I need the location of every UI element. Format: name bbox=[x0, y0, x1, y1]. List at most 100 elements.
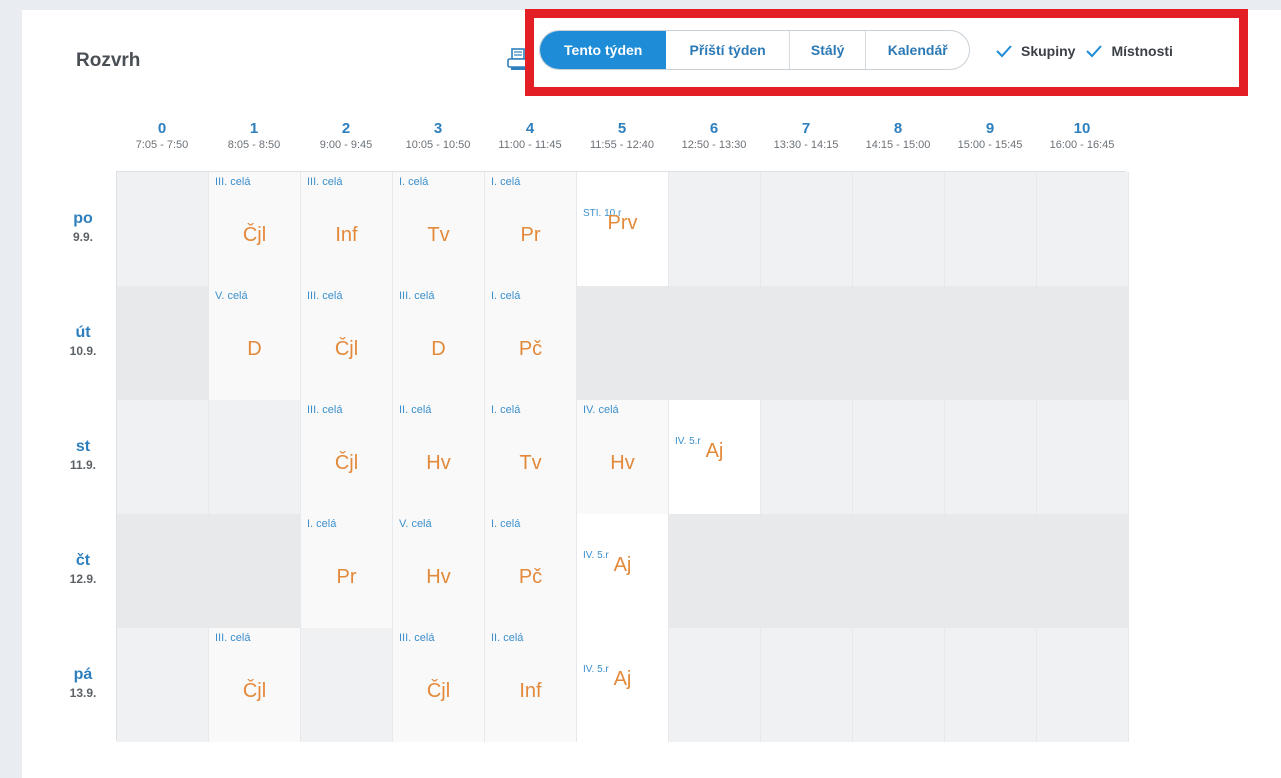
hour-time: 16:00 - 16:45 bbox=[1049, 139, 1115, 151]
empty-cell bbox=[853, 628, 945, 742]
day-name: st bbox=[75, 438, 91, 455]
lesson-cell[interactable]: V. celá D bbox=[209, 286, 301, 400]
hour-header: 0 7:05 - 7:50 1 8:05 - 8:50 2 9:00 - 9:45 3 10:… bbox=[116, 121, 1148, 161]
lesson-group: I. celá bbox=[307, 518, 337, 530]
day-name: po bbox=[73, 210, 93, 227]
lesson-subject: Pč bbox=[518, 566, 543, 588]
lesson-cell[interactable]: I. celá Pč bbox=[485, 286, 577, 400]
lesson-cell[interactable]: III. celá Čjl bbox=[209, 628, 301, 742]
lesson-cell[interactable]: I. celá Pč bbox=[485, 514, 577, 628]
hour-number: 9 bbox=[985, 120, 995, 137]
day-label: út 10.9. bbox=[57, 324, 109, 360]
week-tabs: Tento týden Příští týden Stálý Kalendář bbox=[539, 30, 970, 70]
day-row: po 9.9. III. celá Čjl III. celá Inf I. celá Tv I… bbox=[73, 172, 1129, 286]
hour-column-header: 1 8:05 - 8:50 bbox=[208, 121, 300, 152]
lesson-cell[interactable]: I. celá Tv bbox=[393, 172, 485, 286]
empty-cell bbox=[301, 628, 393, 742]
lesson-subject: Tv bbox=[519, 452, 542, 474]
lesson-subject: Prv bbox=[607, 212, 638, 234]
tab-this-week[interactable]: Tento týden bbox=[540, 31, 667, 69]
lesson-cell[interactable]: IV. 5.r Aj bbox=[577, 628, 669, 742]
empty-cell bbox=[853, 400, 945, 514]
lesson-cell[interactable]: II. celá Hv bbox=[393, 400, 485, 514]
lesson-cell[interactable]: IV. 5.r Aj bbox=[669, 400, 761, 514]
lesson-cell[interactable]: III. celá Čjl bbox=[393, 628, 485, 742]
hour-number: 0 bbox=[157, 120, 167, 137]
lesson-cell[interactable]: III. celá Čjl bbox=[209, 172, 301, 286]
empty-cell bbox=[117, 172, 209, 286]
lesson-cell[interactable]: III. celá D bbox=[393, 286, 485, 400]
empty-cell bbox=[945, 286, 1037, 400]
hour-time: 15:00 - 15:45 bbox=[957, 139, 1023, 151]
toggle-rooms[interactable]: Místnosti bbox=[1085, 43, 1173, 59]
lesson-cell[interactable]: III. celá Čjl bbox=[301, 400, 393, 514]
lesson-cell[interactable]: STI. 10.r Prv bbox=[577, 172, 669, 286]
tab-next-week[interactable]: Příští týden bbox=[666, 31, 790, 69]
lesson-subject: Čjl bbox=[242, 224, 267, 246]
tab-calendar[interactable]: Kalendář bbox=[866, 31, 969, 69]
empty-cell bbox=[1037, 628, 1129, 742]
day-label: čt 12.9. bbox=[57, 552, 109, 588]
tab-permanent[interactable]: Stálý bbox=[790, 31, 867, 69]
hour-column-header: 6 12:50 - 13:30 bbox=[668, 121, 760, 152]
hour-time: 13:30 - 14:15 bbox=[773, 139, 839, 151]
empty-cell bbox=[761, 172, 853, 286]
lesson-cell[interactable]: I. celá Tv bbox=[485, 400, 577, 514]
day-row: st 11.9. III. celá Čjl II. celá Hv I. celá Tv IV… bbox=[70, 400, 1129, 514]
lesson-cell[interactable]: III. celá Inf bbox=[301, 172, 393, 286]
day-row: pá 13.9. III. celá Čjl III. celá Čjl II. celá I… bbox=[70, 628, 1129, 742]
empty-cell bbox=[761, 514, 853, 628]
hour-column-header: 8 14:15 - 15:00 bbox=[852, 121, 944, 152]
lesson-cell[interactable]: I. celá Pr bbox=[301, 514, 393, 628]
lesson-subject: Hv bbox=[426, 452, 451, 474]
hour-column-header: 0 7:05 - 7:50 bbox=[116, 121, 208, 152]
toggle-groups-label: Skupiny bbox=[1021, 43, 1076, 59]
lesson-cell[interactable]: III. celá Čjl bbox=[301, 286, 393, 400]
hour-number: 3 bbox=[433, 120, 443, 137]
lesson-group: I. celá bbox=[491, 290, 521, 302]
lesson-subject: Inf bbox=[519, 680, 542, 702]
timetable-card: Rozvrh 0 7:05 - 7:50 1 8:05 - 8:50 2 9:00 - 9… bbox=[22, 10, 1281, 778]
lesson-cell[interactable]: V. celá Hv bbox=[393, 514, 485, 628]
lesson-subject: D bbox=[431, 338, 446, 360]
empty-cell bbox=[1037, 400, 1129, 514]
empty-cell bbox=[945, 400, 1037, 514]
lesson-group: I. celá bbox=[491, 518, 521, 530]
empty-cell bbox=[209, 400, 301, 514]
check-icon bbox=[1086, 45, 1103, 58]
lesson-cell[interactable]: IV. celá Hv bbox=[577, 400, 669, 514]
hour-number: 6 bbox=[709, 120, 719, 137]
hour-number: 8 bbox=[893, 120, 903, 137]
hour-number: 2 bbox=[341, 120, 351, 137]
hour-column-header: 4 11:00 - 11:45 bbox=[484, 121, 576, 152]
hour-time: 14:15 - 15:00 bbox=[865, 139, 931, 151]
lesson-cell[interactable]: IV. 5.r Aj bbox=[577, 514, 669, 628]
hour-number: 10 bbox=[1073, 120, 1091, 137]
hour-time: 10:05 - 10:50 bbox=[405, 139, 471, 151]
lesson-cell[interactable]: I. celá Pr bbox=[485, 172, 577, 286]
lesson-subject: Čjl bbox=[426, 680, 451, 702]
day-date: 10.9. bbox=[69, 344, 97, 358]
lesson-group: III. celá bbox=[399, 632, 435, 644]
hour-time: 11:55 - 12:40 bbox=[589, 139, 654, 151]
empty-cell bbox=[945, 628, 1037, 742]
lesson-subject: Aj bbox=[705, 440, 724, 462]
lesson-cell[interactable]: II. celá Inf bbox=[485, 628, 577, 742]
empty-cell bbox=[853, 514, 945, 628]
empty-cell bbox=[117, 286, 209, 400]
toggle-groups[interactable]: Skupiny bbox=[995, 43, 1075, 59]
empty-cell bbox=[761, 286, 853, 400]
hour-time: 9:00 - 9:45 bbox=[319, 139, 373, 151]
lesson-subject: Hv bbox=[426, 566, 451, 588]
day-label: pá 13.9. bbox=[57, 666, 109, 702]
lesson-group: III. celá bbox=[307, 176, 343, 188]
hour-time: 11:00 - 11:45 bbox=[498, 139, 562, 151]
empty-cell bbox=[853, 172, 945, 286]
hour-column-header: 7 13:30 - 14:15 bbox=[760, 121, 852, 152]
lesson-subject: Pr bbox=[336, 566, 357, 588]
lesson-subject: Tv bbox=[427, 224, 450, 246]
empty-cell bbox=[669, 514, 761, 628]
hour-time: 8:05 - 8:50 bbox=[227, 139, 281, 151]
lesson-group: IV. celá bbox=[583, 404, 619, 416]
hour-time: 12:50 - 13:30 bbox=[681, 139, 747, 151]
